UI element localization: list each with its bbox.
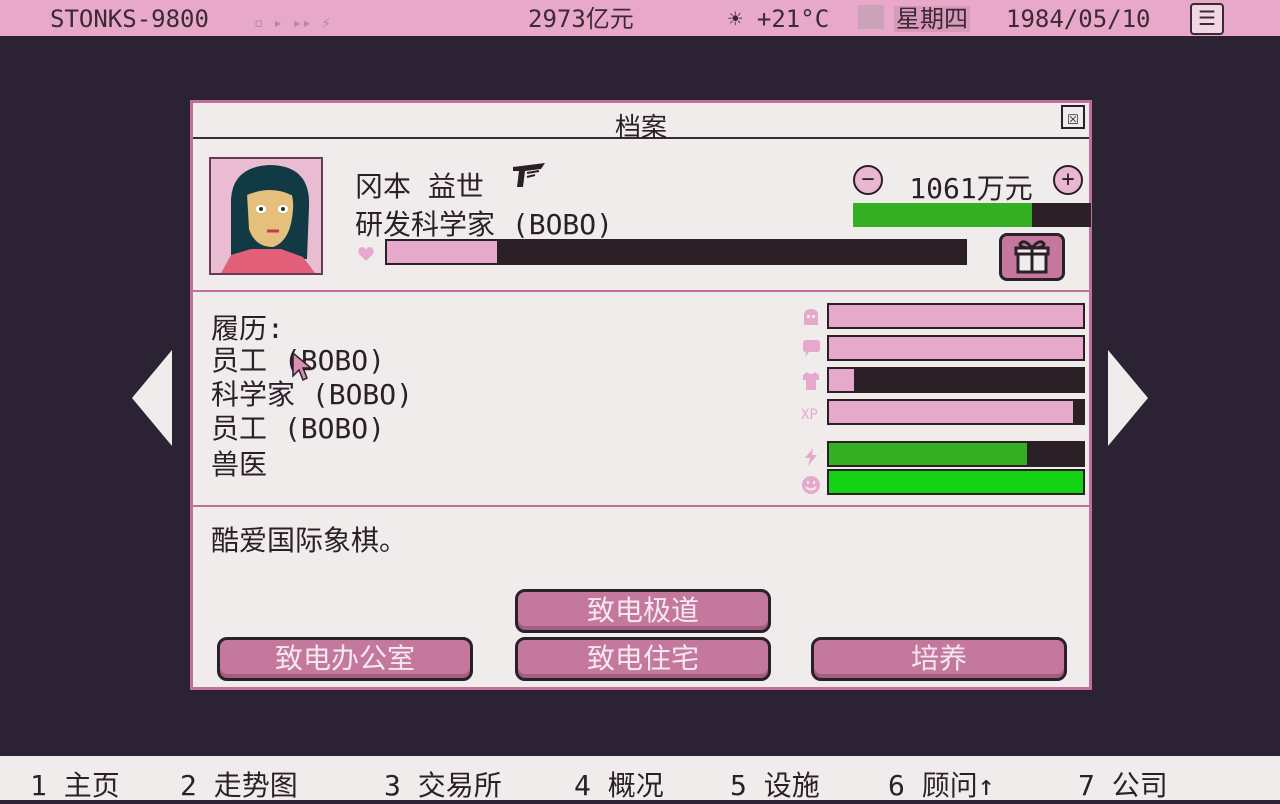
profile-dialog: 档案 ☒ 冈本 益世 研发科学家 (BOBO) − 1061万元 + 履历: 员… — [190, 100, 1092, 690]
nav-overview[interactable]: 4 概况 — [574, 764, 664, 804]
stat-bar — [827, 469, 1085, 495]
app-name: STONKS-9800 — [50, 5, 209, 33]
gift-icon — [1014, 240, 1050, 274]
flag-icon — [513, 163, 545, 187]
stat-bar-fill — [829, 337, 1083, 359]
gift-button[interactable] — [999, 233, 1065, 281]
history-item: 员工 (BOBO) — [211, 412, 386, 445]
speed-controls[interactable]: ▫ ▸ ▸▸ ⚡ — [254, 10, 331, 36]
total-money: 2973亿元 — [528, 5, 634, 33]
stat-bar — [827, 303, 1085, 329]
salary-bar-fill — [853, 203, 1032, 227]
svg-text:XP: XP — [801, 407, 818, 423]
call-office-button[interactable]: 致电办公室 — [217, 637, 473, 681]
stat-bar-fill — [829, 305, 1083, 327]
top-status-bar: STONKS-9800 ▫ ▸ ▸▸ ⚡ 2973亿元 ☀ +21°C 星期四 … — [0, 0, 1280, 36]
employee-portrait — [209, 157, 323, 275]
calendar-icon[interactable] — [858, 5, 884, 29]
stat-bar — [827, 367, 1085, 393]
stat-bar-fill — [829, 401, 1073, 423]
loyalty-bar — [385, 239, 967, 265]
stat-bar — [827, 335, 1085, 361]
salary-value: 1061万元 — [909, 172, 1033, 205]
weekday: 星期四 — [894, 5, 970, 33]
nav-company[interactable]: 7 公司 — [1078, 764, 1168, 804]
close-icon[interactable]: ☒ — [1061, 105, 1085, 129]
mood-icon — [802, 476, 820, 494]
date: 1984/05/10 — [1006, 5, 1151, 33]
previous-employee-arrow[interactable] — [132, 350, 172, 446]
shirt-icon — [803, 372, 819, 390]
nav-facilities[interactable]: 5 设施 — [730, 764, 820, 804]
salary-bar — [853, 203, 1091, 227]
dialog-title: 档案 — [614, 113, 667, 143]
stat-bar — [827, 399, 1085, 425]
call-yakuza-button[interactable]: 致电极道 — [515, 589, 771, 633]
stat-bar-fill — [829, 471, 1083, 493]
decrease-salary-button[interactable]: − — [853, 165, 883, 195]
nav-home[interactable]: 1 主页 — [30, 764, 120, 804]
divider — [193, 505, 1089, 507]
divider — [193, 290, 1089, 292]
employee-bio: 酷爱国际象棋。 — [211, 524, 408, 557]
call-home-button[interactable]: 致电住宅 — [515, 637, 771, 681]
stat-bar-fill — [829, 369, 855, 391]
heart-icon — [358, 247, 374, 261]
loyalty-bar-fill — [387, 241, 497, 263]
energy-icon — [805, 448, 817, 466]
employee-role: 研发科学家 (BOBO) — [355, 208, 614, 241]
menu-icon[interactable]: ☰ — [1190, 3, 1224, 35]
train-button[interactable]: 培养 — [811, 637, 1067, 681]
increase-salary-button[interactable]: + — [1053, 165, 1083, 195]
stat-bar — [827, 441, 1085, 467]
nav-charts[interactable]: 2 走势图 — [180, 764, 298, 804]
weather-readout: ☀ +21°C — [728, 5, 830, 33]
stat-bar-fill — [829, 443, 1028, 465]
cursor-icon — [292, 352, 312, 382]
speech-icon — [803, 340, 820, 357]
nav-advisor[interactable]: 6 顾问↑ — [888, 764, 995, 804]
next-employee-arrow[interactable] — [1108, 350, 1148, 446]
nav-exchange[interactable]: 3 交易所 — [384, 764, 502, 804]
head-icon — [804, 309, 818, 325]
dialog-title-bar: 档案 ☒ — [193, 103, 1089, 143]
xp-icon: XP — [801, 407, 818, 423]
employee-name: 冈本 益世 — [355, 170, 484, 203]
bottom-navigation: 1 主页 2 走势图 3 交易所 4 概况 5 设施 6 顾问↑ 7 公司 — [0, 756, 1280, 802]
history-item: 兽医 — [211, 448, 268, 481]
